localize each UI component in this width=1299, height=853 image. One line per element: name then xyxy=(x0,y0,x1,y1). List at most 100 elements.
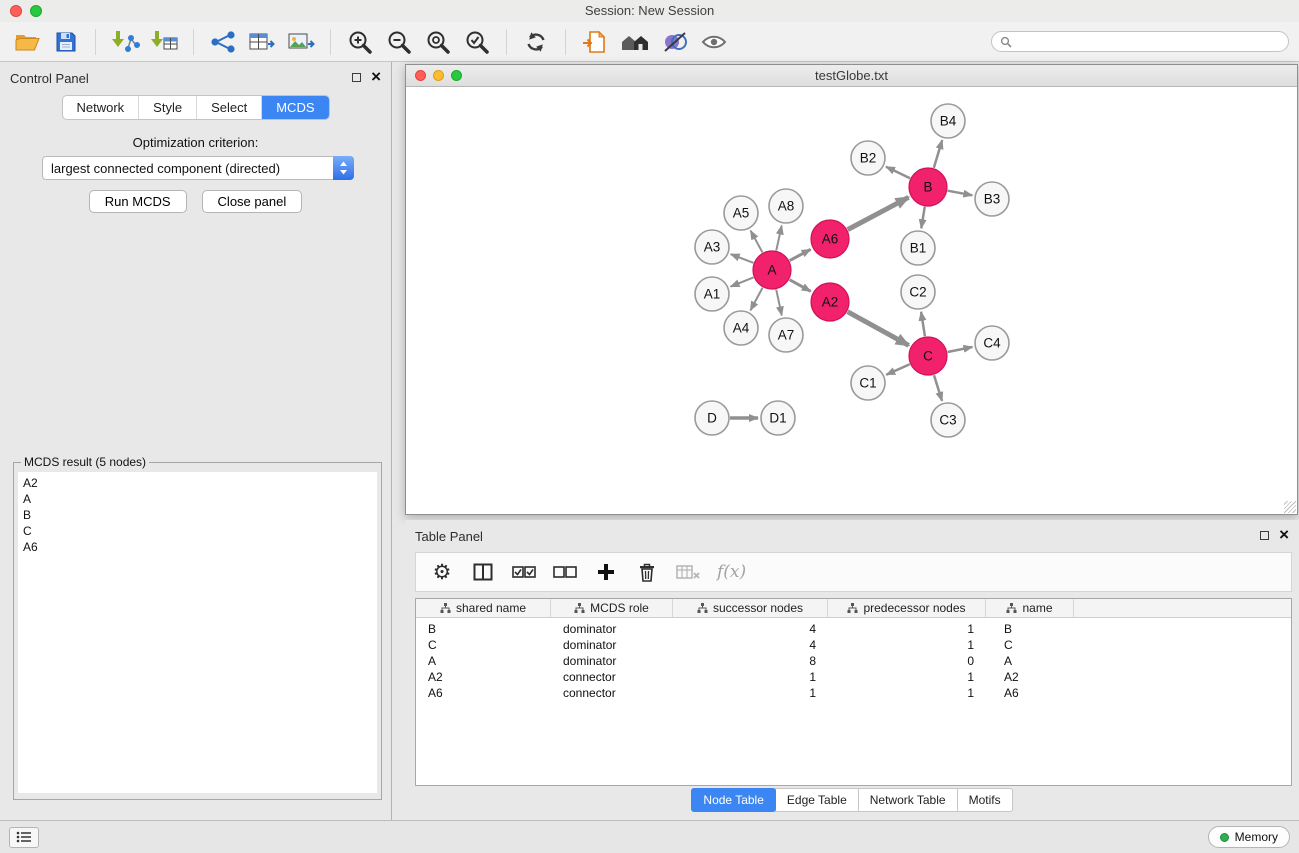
edge-C-C1[interactable] xyxy=(886,364,910,375)
table-cell[interactable]: dominator xyxy=(551,654,673,668)
search-input[interactable] xyxy=(1017,35,1280,49)
table-cell[interactable]: 8 xyxy=(673,654,828,668)
table-cell[interactable]: 1 xyxy=(673,686,828,700)
table-cell[interactable]: 1 xyxy=(828,686,986,700)
node-C[interactable]: C xyxy=(909,337,947,375)
network-view[interactable]: B4B2BB3A5A8A6A3B1AA1C2A2A4A7C4CC1C3DD1 xyxy=(406,87,1297,514)
new-network-button[interactable] xyxy=(208,26,238,58)
node-A6[interactable]: A6 xyxy=(811,220,849,258)
edge-C-C2[interactable] xyxy=(921,312,925,336)
node-B1[interactable]: B1 xyxy=(901,231,935,265)
table-cell[interactable]: dominator xyxy=(551,622,673,636)
node-A8[interactable]: A8 xyxy=(769,189,803,223)
close-panel-button[interactable]: Close panel xyxy=(202,190,303,213)
criterion-select[interactable]: largest connected component (directed) xyxy=(42,156,354,180)
tab-edge-table[interactable]: Edge Table xyxy=(775,788,859,812)
edge-B-B1[interactable] xyxy=(921,207,925,229)
table-cell[interactable]: 1 xyxy=(828,638,986,652)
table-cell[interactable]: A2 xyxy=(986,670,1074,684)
tab-mcds[interactable]: MCDS xyxy=(262,96,328,119)
mcds-result-item[interactable]: A xyxy=(23,491,372,507)
node-table[interactable]: shared nameMCDS rolesuccessor nodesprede… xyxy=(415,598,1292,786)
show-hide-button[interactable] xyxy=(699,26,729,58)
zoom-window-button[interactable] xyxy=(30,5,42,17)
style-toggle-button[interactable] xyxy=(660,26,690,58)
table-row[interactable]: A6connector11A6 xyxy=(416,685,1291,701)
zoom-network-window-button[interactable] xyxy=(451,70,462,81)
table-cell[interactable]: A xyxy=(416,654,551,668)
close-panel-icon[interactable]: × xyxy=(371,71,381,83)
column-header-predecessor-nodes[interactable]: predecessor nodes xyxy=(828,599,986,617)
edge-A6-B[interactable] xyxy=(848,197,909,229)
node-A2[interactable]: A2 xyxy=(811,283,849,321)
search-box[interactable] xyxy=(991,31,1289,52)
node-A3[interactable]: A3 xyxy=(695,230,729,264)
float-panel-icon[interactable] xyxy=(1260,531,1269,540)
table-cell[interactable]: 1 xyxy=(828,622,986,636)
table-cell[interactable]: 1 xyxy=(673,670,828,684)
table-cell[interactable]: C xyxy=(986,638,1074,652)
add-column-button[interactable] xyxy=(594,559,618,585)
edge-A-A3[interactable] xyxy=(731,254,754,263)
delete-column-button[interactable] xyxy=(635,559,659,585)
tab-node-table[interactable]: Node Table xyxy=(691,788,776,812)
table-row[interactable]: Bdominator41B xyxy=(416,621,1291,637)
column-header-successor-nodes[interactable]: successor nodes xyxy=(673,599,828,617)
home-button[interactable] xyxy=(619,26,651,58)
tab-select[interactable]: Select xyxy=(197,96,262,119)
table-row[interactable]: Cdominator41C xyxy=(416,637,1291,653)
node-B2[interactable]: B2 xyxy=(851,141,885,175)
table-cell[interactable]: 1 xyxy=(828,670,986,684)
table-cell[interactable]: 4 xyxy=(673,638,828,652)
table-cell[interactable]: connector xyxy=(551,686,673,700)
edge-B-B3[interactable] xyxy=(948,191,973,196)
table-cell[interactable]: A6 xyxy=(416,686,551,700)
node-B3[interactable]: B3 xyxy=(975,182,1009,216)
edge-A-A4[interactable] xyxy=(750,288,762,311)
show-columns-button[interactable] xyxy=(471,559,495,585)
mcds-result-item[interactable]: A2 xyxy=(23,475,372,491)
table-cell[interactable]: connector xyxy=(551,670,673,684)
new-network-from-table-button[interactable] xyxy=(247,26,277,58)
table-cell[interactable]: dominator xyxy=(551,638,673,652)
network-window-titlebar[interactable]: testGlobe.txt xyxy=(406,65,1297,87)
close-panel-icon[interactable]: × xyxy=(1279,529,1289,541)
minimize-network-window-button[interactable] xyxy=(433,70,444,81)
mcds-result-list[interactable]: A2ABCA6 xyxy=(18,472,377,793)
table-cell[interactable]: 4 xyxy=(673,622,828,636)
table-cell[interactable]: A6 xyxy=(986,686,1074,700)
edge-B-B4[interactable] xyxy=(934,140,942,168)
edge-C-C3[interactable] xyxy=(934,375,942,401)
tab-network[interactable]: Network xyxy=(62,96,139,119)
node-C1[interactable]: C1 xyxy=(851,366,885,400)
column-header-name[interactable]: name xyxy=(986,599,1074,617)
zoom-fit-button[interactable] xyxy=(423,26,453,58)
tab-style[interactable]: Style xyxy=(139,96,197,119)
open-document-button[interactable] xyxy=(580,26,610,58)
run-mcds-button[interactable]: Run MCDS xyxy=(89,190,187,213)
node-C3[interactable]: C3 xyxy=(931,403,965,437)
table-cell[interactable]: B xyxy=(986,622,1074,636)
tab-network-table[interactable]: Network Table xyxy=(858,788,958,812)
node-A1[interactable]: A1 xyxy=(695,277,729,311)
node-A5[interactable]: A5 xyxy=(724,196,758,230)
node-C2[interactable]: C2 xyxy=(901,275,935,309)
table-settings-button[interactable]: ⚙ xyxy=(430,559,454,585)
table-cell[interactable]: A2 xyxy=(416,670,551,684)
node-B[interactable]: B xyxy=(909,168,947,206)
import-table-from-file-button[interactable] xyxy=(149,26,179,58)
edge-A2-C[interactable] xyxy=(848,312,909,346)
open-session-button[interactable] xyxy=(12,26,42,58)
column-header-MCDS-role[interactable]: MCDS role xyxy=(551,599,673,617)
node-D[interactable]: D xyxy=(695,401,729,435)
show-panel-list-button[interactable] xyxy=(9,827,39,848)
node-B4[interactable]: B4 xyxy=(931,104,965,138)
resize-grip[interactable] xyxy=(1284,501,1296,513)
table-cell[interactable]: B xyxy=(416,622,551,636)
table-cell[interactable]: 0 xyxy=(828,654,986,668)
node-C4[interactable]: C4 xyxy=(975,326,1009,360)
select-all-button[interactable] xyxy=(512,559,536,585)
deselect-all-button[interactable] xyxy=(553,559,577,585)
close-network-window-button[interactable] xyxy=(415,70,426,81)
tab-motifs[interactable]: Motifs xyxy=(957,788,1013,812)
